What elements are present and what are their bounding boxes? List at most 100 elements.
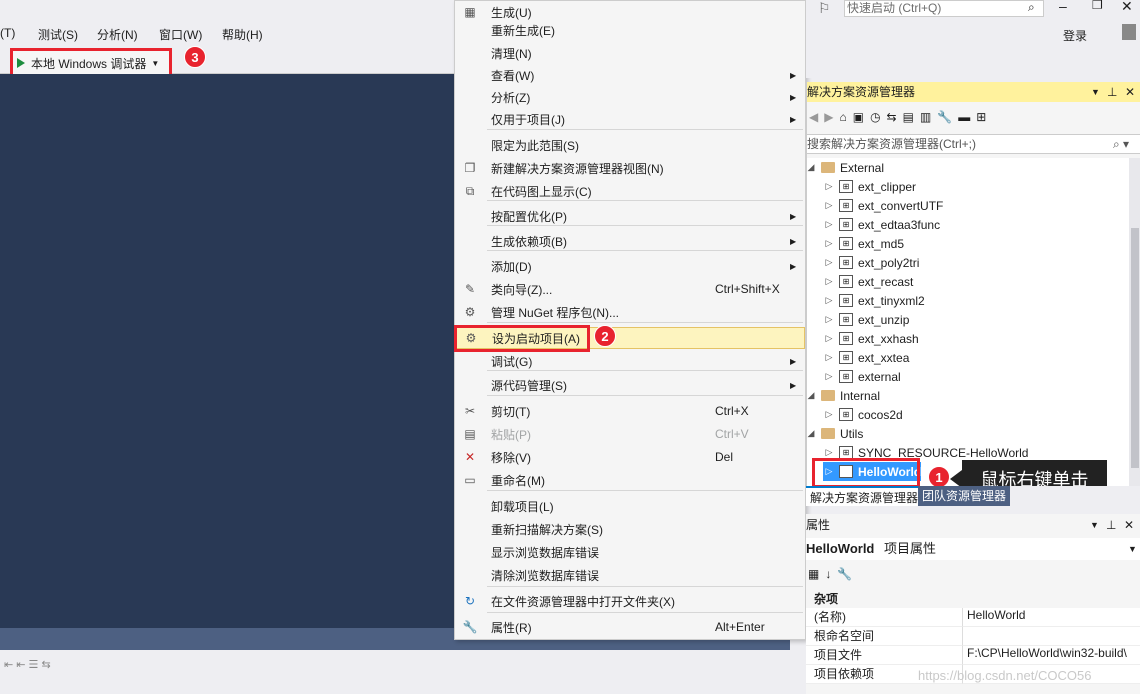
expand-chevron-icon[interactable]: ◢	[807, 428, 817, 439]
collapse-chevron-icon[interactable]: ▷	[823, 181, 835, 192]
quick-launch-input[interactable]: 快速启动 (Ctrl+Q)	[844, 0, 1044, 17]
context-menu-item[interactable]: 🔧 属性(R) Alt+Enter	[455, 616, 805, 638]
context-menu-item[interactable]: ✎ 类向导(Z)... Ctrl+Shift+X	[455, 278, 805, 300]
collapse-chevron-icon[interactable]: ▷	[823, 276, 835, 287]
restore-icon[interactable]: ❐	[1092, 0, 1103, 12]
pane-close-icon[interactable]: ✕	[1124, 514, 1134, 536]
collapse-all-icon[interactable]: ▤	[903, 110, 914, 124]
pin-icon[interactable]: ⊥	[1106, 514, 1116, 536]
solution-search-input[interactable]: 搜索解决方案资源管理器(Ctrl+;) ⌕ ▾	[807, 134, 1140, 154]
tree-project[interactable]: ▷ ⊞ ext_xxhash	[823, 329, 919, 348]
property-pages-wrench-icon[interactable]: 🔧	[837, 567, 852, 581]
context-menu-item[interactable]: 清除浏览数据库错误	[455, 564, 805, 586]
context-menu-item[interactable]: 清理(N)	[455, 42, 805, 64]
menu-window[interactable]: 窗口(W)	[159, 26, 202, 43]
collapse-chevron-icon[interactable]: ▷	[823, 371, 835, 382]
property-value[interactable]	[963, 627, 1140, 646]
context-menu-item[interactable]: ▭ 重命名(M)	[455, 469, 805, 491]
switch-views-icon[interactable]: ▣	[853, 110, 864, 124]
tree-project[interactable]: ▷ ⊞ ext_tinyxml2	[823, 291, 925, 310]
tree-project[interactable]: ▷ ⊞ ext_unzip	[823, 310, 910, 329]
properties-object-selector[interactable]: HelloWorld 项目属性 ▼	[806, 538, 1140, 560]
pin-icon[interactable]: ⊥	[1107, 82, 1117, 102]
tree-project[interactable]: ▷ ⊞ ext_poly2tri	[823, 253, 920, 272]
collapse-chevron-icon[interactable]: ▷	[823, 409, 835, 420]
collapse-chevron-icon[interactable]: ▷	[823, 314, 835, 325]
context-menu-item[interactable]: 添加(D) ▶	[455, 255, 805, 277]
context-menu-item[interactable]: 仅用于项目(J) ▶	[455, 108, 805, 130]
tree-view-icon[interactable]: ⊞	[976, 110, 986, 124]
tree-folder[interactable]: ◢ Utils	[807, 424, 864, 443]
back-icon[interactable]: ◀	[809, 110, 818, 124]
forward-icon[interactable]: ▶	[824, 110, 833, 124]
feedback-icon[interactable]: ⚐	[818, 0, 831, 17]
search-icon[interactable]: ⌕ ▾	[1113, 135, 1129, 153]
collapse-chevron-icon[interactable]: ▷	[823, 447, 835, 458]
tree-project[interactable]: ▷ ⊞ ext_md5	[823, 234, 905, 253]
pane-menu-icon[interactable]: ▼	[1090, 514, 1099, 536]
context-menu-item[interactable]: 卸载项目(L)	[455, 495, 805, 517]
chevron-down-icon[interactable]: ▼	[1128, 538, 1137, 560]
tab-team-explorer[interactable]: 团队资源管理器	[918, 486, 1011, 506]
show-all-files-icon[interactable]: ▥	[920, 110, 931, 124]
tree-project[interactable]: ▷ ⊞ external	[823, 367, 901, 386]
expand-chevron-icon[interactable]: ◢	[807, 162, 817, 173]
search-icon[interactable]: ⌕	[1028, 0, 1035, 15]
menu-tools[interactable]: (T)	[0, 26, 15, 40]
pane-close-icon[interactable]: ✕	[1125, 82, 1135, 102]
menu-help[interactable]: 帮助(H)	[222, 26, 263, 43]
tree-project[interactable]: ▷ ⊞ ext_edtaa3func	[823, 215, 941, 234]
history-icon[interactable]: ◷	[870, 110, 880, 124]
collapse-chevron-icon[interactable]: ▷	[823, 257, 835, 268]
context-menu-item[interactable]: ⧉ 在代码图上显示(C)	[455, 180, 805, 202]
context-menu-item[interactable]: 源代码管理(S) ▶	[455, 374, 805, 396]
collapse-chevron-icon[interactable]: ▷	[823, 200, 835, 211]
chevron-down-icon[interactable]: ▼	[151, 59, 159, 68]
expand-chevron-icon[interactable]: ◢	[807, 390, 817, 401]
collapse-chevron-icon[interactable]: ▷	[823, 295, 835, 306]
properties-wrench-icon[interactable]: 🔧	[937, 110, 952, 124]
property-row[interactable]: (名称) HelloWorld	[806, 608, 1140, 627]
context-menu-item[interactable]: ⚙ 管理 NuGet 程序包(N)...	[455, 301, 805, 323]
collapse-chevron-icon[interactable]: ▷	[823, 219, 835, 230]
context-menu-item[interactable]: ↻ 在文件资源管理器中打开文件夹(X)	[455, 590, 805, 612]
context-menu-item[interactable]: ✂ 剪切(T) Ctrl+X	[455, 400, 805, 422]
tree-project[interactable]: ▷ ⊞ cocos2d	[823, 405, 903, 424]
pane-menu-icon[interactable]: ▼	[1091, 82, 1100, 102]
sync-icon[interactable]: ⇆	[887, 110, 897, 124]
close-icon[interactable]: ✕	[1121, 0, 1133, 15]
property-value[interactable]: HelloWorld	[963, 608, 1140, 627]
context-menu-item[interactable]: 显示浏览数据库错误	[455, 541, 805, 563]
scrollbar-thumb[interactable]	[1131, 228, 1139, 468]
minimize-icon[interactable]: –	[1059, 0, 1067, 14]
menu-analyze[interactable]: 分析(N)	[97, 26, 138, 43]
preview-icon[interactable]: ▬	[958, 110, 970, 124]
solution-scrollbar[interactable]	[1129, 158, 1140, 488]
tree-folder[interactable]: ◢ External	[807, 158, 885, 177]
collapse-chevron-icon[interactable]: ▷	[823, 238, 835, 249]
context-menu-item[interactable]: ✕ 移除(V) Del	[455, 446, 805, 468]
tree-project[interactable]: ▷ ⊞ ext_convertUTF	[823, 196, 944, 215]
property-row[interactable]: 项目文件 F:\CP\HelloWorld\win32-build\	[806, 646, 1140, 665]
context-menu-item[interactable]: 生成依赖项(B) ▶	[455, 230, 805, 252]
context-menu-item[interactable]: 查看(W) ▶	[455, 64, 805, 86]
login-link[interactable]: 登录	[1063, 27, 1087, 44]
context-menu-item[interactable]: 重新生成(E)	[455, 19, 805, 41]
menu-test[interactable]: 测试(S)	[38, 26, 78, 43]
context-menu-item[interactable]: 限定为此范围(S)	[455, 134, 805, 156]
collapse-chevron-icon[interactable]: ▷	[823, 352, 835, 363]
categorized-icon[interactable]: ▦	[808, 567, 819, 581]
context-menu-item[interactable]: 分析(Z) ▶	[455, 86, 805, 108]
property-row[interactable]: 根命名空间	[806, 627, 1140, 646]
user-avatar-icon[interactable]	[1122, 24, 1136, 40]
alphabetical-icon[interactable]: ↓	[825, 567, 831, 581]
tab-solution-explorer[interactable]: 解决方案资源管理器	[806, 486, 923, 506]
tree-project[interactable]: ▷ ⊞ ext_recast	[823, 272, 914, 291]
tree-folder[interactable]: ◢ Internal	[807, 386, 881, 405]
collapse-chevron-icon[interactable]: ▷	[823, 333, 835, 344]
home-icon[interactable]: ⌂	[839, 110, 846, 124]
property-value[interactable]: F:\CP\HelloWorld\win32-build\	[963, 646, 1140, 665]
tree-project[interactable]: ▷ ⊞ ext_xxtea	[823, 348, 910, 367]
context-menu-item[interactable]: 重新扫描解决方案(S)	[455, 518, 805, 540]
context-menu-item[interactable]: 调试(G) ▶	[455, 350, 805, 372]
